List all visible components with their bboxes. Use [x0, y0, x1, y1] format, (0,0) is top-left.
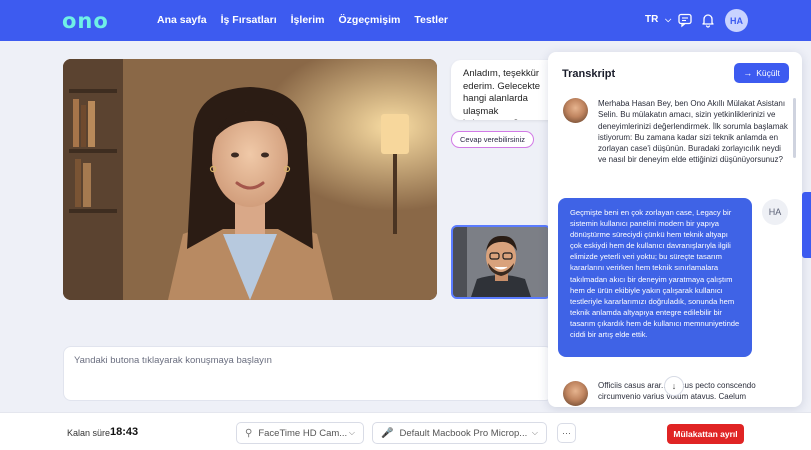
- transcript-scrollbar[interactable]: [793, 98, 796, 158]
- transcript-panel: Transkript → Küçült Merhaba Hasan Bey, b…: [548, 52, 802, 407]
- nav-link-resume[interactable]: Özgeçmişim: [339, 14, 401, 26]
- camera-select[interactable]: ⚲ FaceTime HD Cam... ⌵: [236, 422, 364, 444]
- self-video[interactable]: [451, 225, 551, 299]
- top-navigation: ono Ana sayfa İş Fırsatları İşlerim Özge…: [0, 0, 811, 41]
- answer-input[interactable]: Yandaki butona tıklayarak konuşmaya başl…: [63, 346, 553, 401]
- chevron-down-icon: ⌵: [348, 428, 355, 437]
- scroll-down-button[interactable]: ↓: [664, 376, 684, 396]
- arrow-down-icon: ↓: [671, 381, 677, 391]
- interviewer-avatar-2: [563, 381, 588, 406]
- user-avatar[interactable]: HA: [725, 9, 748, 32]
- bottom-control-bar: Kalan süre 18:43 ⚲ FaceTime HD Cam... ⌵ …: [0, 412, 811, 450]
- chevron-down-icon: ⌵: [665, 15, 672, 24]
- chevron-down-icon: ⌵: [531, 428, 538, 437]
- more-options-button[interactable]: ···: [557, 423, 576, 443]
- interviewer-video-frame: [63, 59, 437, 300]
- arrow-right-icon: →: [743, 68, 753, 78]
- shrink-button-label: Küçült: [756, 68, 780, 78]
- language-label: TR: [645, 14, 659, 25]
- transcript-user-message: Geçmişte beni en çok zorlayan case, Lega…: [558, 198, 752, 357]
- microphone-icon: 🎤: [381, 427, 394, 439]
- nav-link-home[interactable]: Ana sayfa: [157, 14, 207, 26]
- language-selector[interactable]: TR ⌵: [645, 14, 671, 25]
- bell-icon[interactable]: [700, 12, 716, 28]
- user-avatar-small: HA: [762, 199, 788, 225]
- nav-link-my-jobs[interactable]: İşlerim: [291, 14, 325, 26]
- camera-select-value: FaceTime HD Cam...: [258, 427, 348, 439]
- leave-interview-button[interactable]: Mülakattan ayrıl: [667, 424, 744, 444]
- location-pin-icon: ⚲: [245, 427, 253, 439]
- interviewer-avatar: [563, 98, 588, 123]
- nav-link-jobs[interactable]: İş Fırsatları: [221, 14, 277, 26]
- transcript-bot-message-2: Officiis casus arar... fessus pecto cons…: [598, 381, 756, 402]
- transcript-bot-message: Merhaba Hasan Bey, ben Ono Akıllı Mülaka…: [598, 99, 788, 165]
- answer-hint-chip: Cevap verebilirsiniz: [451, 131, 535, 148]
- ono-logo[interactable]: ono: [62, 9, 109, 33]
- remaining-time-label: Kalan süre: [67, 428, 111, 438]
- chat-icon[interactable]: [677, 12, 693, 28]
- nav-link-tests[interactable]: Testler: [414, 14, 448, 26]
- microphone-select[interactable]: 🎤 Default Macbook Pro Microp... ⌵: [372, 422, 547, 444]
- remaining-time-value: 18:43: [110, 426, 139, 438]
- transcript-title: Transkript: [562, 68, 616, 80]
- transcript-side-tab[interactable]: [802, 192, 811, 258]
- microphone-select-value: Default Macbook Pro Microp...: [399, 427, 528, 439]
- self-video-frame: [453, 227, 549, 297]
- interviewer-question-bubble: Anladım, teşekkür ederim. Gelecekte hang…: [451, 60, 561, 120]
- interviewer-video: [63, 59, 437, 300]
- nav-links: Ana sayfa İş Fırsatları İşlerim Özgeçmiş…: [157, 14, 448, 26]
- shrink-button[interactable]: → Küçült: [734, 63, 789, 83]
